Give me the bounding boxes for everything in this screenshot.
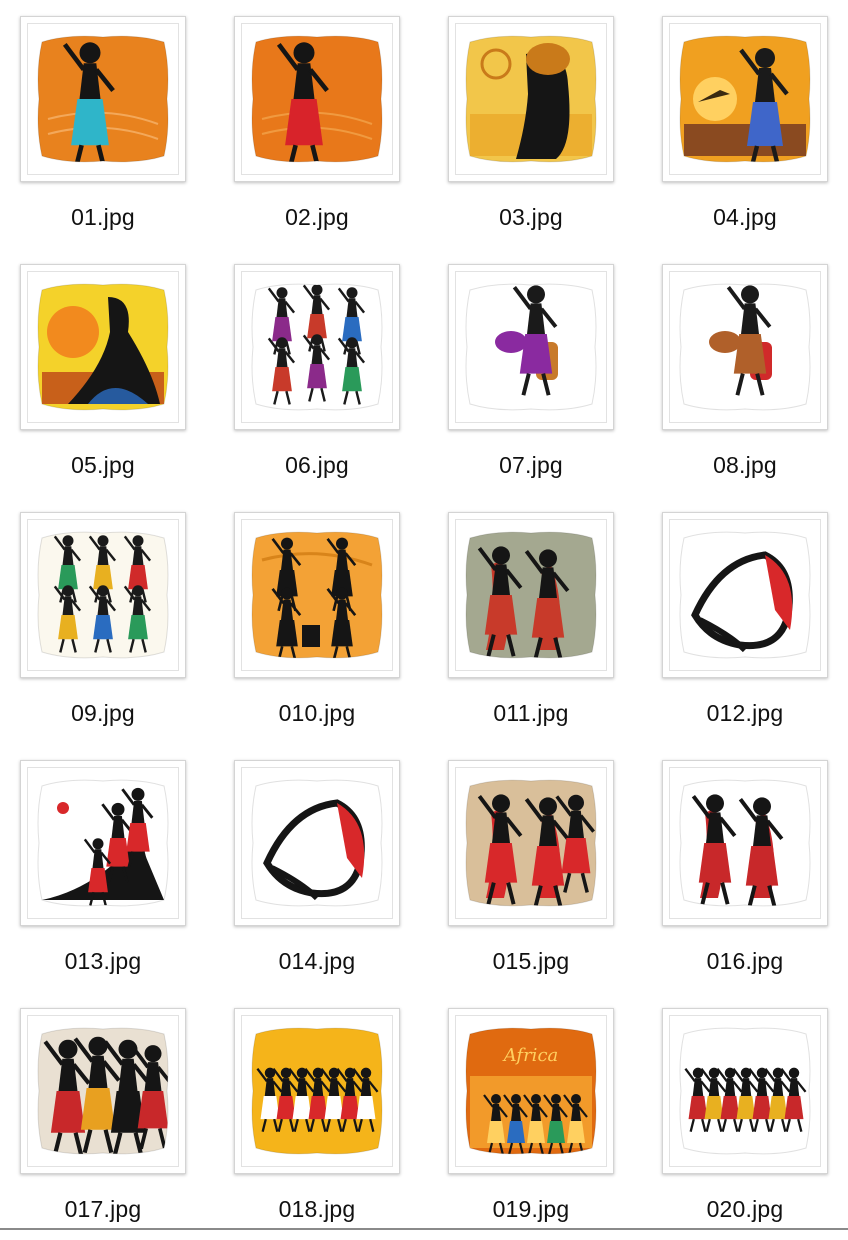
file-item[interactable]: 015.jpg xyxy=(448,760,614,992)
file-name-label[interactable]: 07.jpg xyxy=(428,452,634,479)
file-item[interactable]: 03.jpg xyxy=(448,16,614,248)
abstract-dancer-pillow-icon xyxy=(669,519,821,671)
file-thumbnail[interactable] xyxy=(662,512,828,678)
file-item[interactable]: 020.jpg xyxy=(662,1008,828,1240)
file-thumbnail[interactable] xyxy=(662,760,828,926)
dancers-row-pillow-icon xyxy=(669,1015,821,1167)
file-name-label[interactable]: 018.jpg xyxy=(214,1196,420,1223)
file-item[interactable]: Africa 019.jpg xyxy=(448,1008,614,1240)
file-thumbnail[interactable] xyxy=(234,512,400,678)
dancers-pillow-icon xyxy=(669,767,821,919)
svg-text:Africa: Africa xyxy=(502,1045,559,1066)
file-item[interactable]: 014.jpg xyxy=(234,760,400,992)
file-item[interactable]: 01.jpg xyxy=(20,16,186,248)
drummer-pillow-icon xyxy=(455,271,607,423)
file-item[interactable]: 02.jpg xyxy=(234,16,400,248)
dancers-pillow-icon xyxy=(241,271,393,423)
file-item[interactable]: 08.jpg xyxy=(662,264,828,496)
file-thumbnail[interactable] xyxy=(234,760,400,926)
file-thumbnail[interactable] xyxy=(448,760,614,926)
file-name-label[interactable]: 01.jpg xyxy=(0,204,206,231)
file-name-label[interactable]: 020.jpg xyxy=(642,1196,848,1223)
file-thumbnail[interactable] xyxy=(234,1008,400,1174)
orange-woman-pillow-icon xyxy=(27,23,179,175)
drummer-pillow-icon xyxy=(669,271,821,423)
file-item[interactable]: 018.jpg xyxy=(234,1008,400,1240)
file-thumbnail[interactable] xyxy=(234,16,400,182)
file-item[interactable]: 07.jpg xyxy=(448,264,614,496)
file-name-label[interactable]: 05.jpg xyxy=(0,452,206,479)
women-group-pillow-icon xyxy=(27,519,179,671)
sunset-woman-pillow-icon xyxy=(669,23,821,175)
women-hill-pillow-icon xyxy=(27,767,179,919)
file-item[interactable]: 04.jpg xyxy=(662,16,828,248)
file-thumbnail[interactable] xyxy=(20,16,186,182)
file-thumbnail[interactable]: Africa xyxy=(448,1008,614,1174)
dancers-pillow-icon xyxy=(455,519,607,671)
file-item[interactable]: 010.jpg xyxy=(234,512,400,744)
file-name-label[interactable]: 03.jpg xyxy=(428,204,634,231)
file-name-label[interactable]: 013.jpg xyxy=(0,948,206,975)
file-item[interactable]: 06.jpg xyxy=(234,264,400,496)
yellow-portrait-pillow-icon xyxy=(455,23,607,175)
file-thumbnail[interactable] xyxy=(20,760,186,926)
file-name-label[interactable]: 012.jpg xyxy=(642,700,848,727)
file-name-label[interactable]: 017.jpg xyxy=(0,1196,206,1223)
musicians-pillow-icon xyxy=(241,519,393,671)
file-name-label[interactable]: 08.jpg xyxy=(642,452,848,479)
file-item[interactable]: 011.jpg xyxy=(448,512,614,744)
file-thumbnail[interactable] xyxy=(662,16,828,182)
file-name-label[interactable]: 010.jpg xyxy=(214,700,420,727)
file-thumbnail[interactable] xyxy=(448,512,614,678)
dancers-row-pillow-icon xyxy=(241,1015,393,1167)
file-name-label[interactable]: 014.jpg xyxy=(214,948,420,975)
file-thumbnail[interactable] xyxy=(662,264,828,430)
file-item[interactable]: 016.jpg xyxy=(662,760,828,992)
file-thumbnail[interactable] xyxy=(234,264,400,430)
file-name-label[interactable]: 04.jpg xyxy=(642,204,848,231)
file-name-label[interactable]: 06.jpg xyxy=(214,452,420,479)
orange-woman-pillow-icon xyxy=(241,23,393,175)
africa-landscape-pillow-icon: Africa xyxy=(455,1015,607,1167)
file-thumbnail[interactable] xyxy=(20,264,186,430)
file-thumbnail[interactable] xyxy=(448,16,614,182)
file-thumbnail[interactable] xyxy=(448,264,614,430)
file-grid: 01.jpg 02.jpg 03.jpg 04.jpg 05.jpg 06.jp… xyxy=(0,0,848,1230)
file-name-label[interactable]: 09.jpg xyxy=(0,700,206,727)
file-item[interactable]: 05.jpg xyxy=(20,264,186,496)
file-thumbnail[interactable] xyxy=(20,1008,186,1174)
file-name-label[interactable]: 011.jpg xyxy=(428,700,634,727)
file-name-label[interactable]: 016.jpg xyxy=(642,948,848,975)
dancers-pillow-icon xyxy=(455,767,607,919)
file-name-label[interactable]: 02.jpg xyxy=(214,204,420,231)
file-thumbnail[interactable] xyxy=(20,512,186,678)
women-group-pillow-icon xyxy=(27,1015,179,1167)
abstract-dancer-pillow-icon xyxy=(241,767,393,919)
file-item[interactable]: 013.jpg xyxy=(20,760,186,992)
file-item[interactable]: 09.jpg xyxy=(20,512,186,744)
file-thumbnail[interactable] xyxy=(662,1008,828,1174)
file-item[interactable]: 012.jpg xyxy=(662,512,828,744)
file-name-label[interactable]: 019.jpg xyxy=(428,1196,634,1223)
sun-woman-pillow-icon xyxy=(27,271,179,423)
file-name-label[interactable]: 015.jpg xyxy=(428,948,634,975)
file-item[interactable]: 017.jpg xyxy=(20,1008,186,1240)
